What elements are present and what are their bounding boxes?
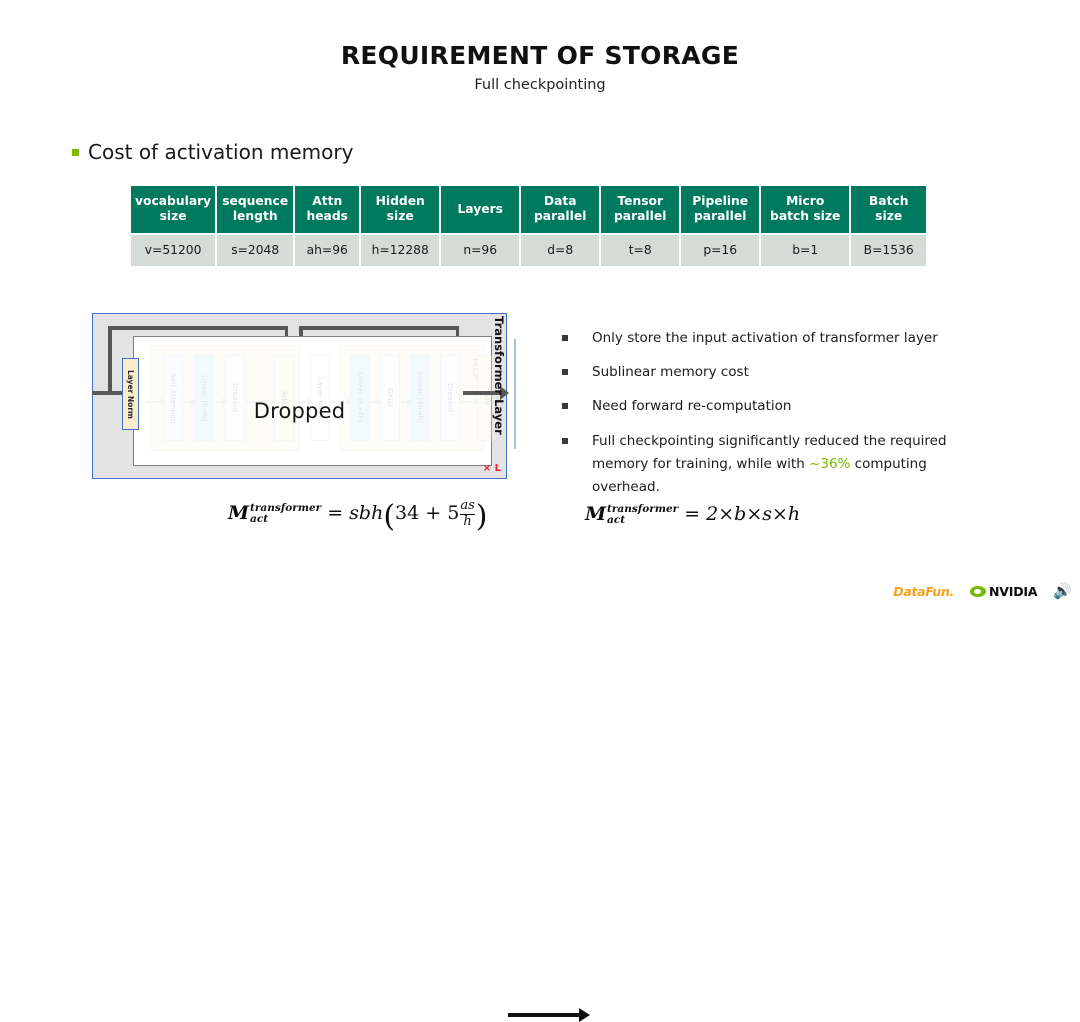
dropped-overlay-label: Dropped [253, 399, 346, 423]
formula-symbol: M [228, 502, 250, 525]
bullet-text: Sublinear memory cost [592, 364, 749, 381]
nvidia-logo: NVIDIA [970, 583, 1038, 599]
block-linear-h-h: Linear (h→h) [194, 355, 214, 441]
list-item: Full checkpointing significantly reduced… [562, 430, 962, 500]
table-cell: b=1 [760, 233, 852, 267]
page-subtitle: Full checkpointing [474, 76, 606, 93]
table-cell: n=96 [440, 233, 522, 267]
formula-body: 2×b×s×h [706, 503, 801, 525]
table-header-cell: Data parallel [520, 186, 602, 235]
formula-term: 34 + 5 [395, 502, 460, 525]
table-cell: ah=96 [294, 233, 362, 267]
footer-logos: DataFun. NVIDIA 🔊 [893, 582, 1072, 600]
formula-script: transformer act [250, 502, 321, 526]
table-header-cell: Micro batch size [760, 186, 852, 235]
nvidia-logo-text: NVIDIA [989, 583, 1038, 599]
table-cell: s=2048 [216, 233, 296, 267]
square-bullet-icon [562, 437, 568, 444]
next-layer-divider [514, 339, 516, 449]
formula-area: Mtransformer act = sbh(34 + 5 as h) Mtransf… [0, 495, 1080, 1021]
formula-script: transformer act [607, 503, 678, 527]
transformer-layer-diagram: Attention Self Attention Linear (h→h) Dr… [92, 313, 516, 479]
parameters-table: vocabulary size sequence length Attn hea… [131, 186, 927, 267]
formula-equals: = [327, 502, 344, 525]
bullet-text: Need forward re-computation [592, 398, 792, 415]
list-item: Need forward re-computation [562, 395, 962, 418]
table-cell: t=8 [600, 233, 682, 267]
formula-subscript: act [250, 513, 269, 526]
section-heading-label: Cost of activation memory [88, 140, 354, 164]
fraction-numerator: as [460, 498, 475, 513]
table-cell: p=16 [680, 233, 762, 267]
table-header-row: vocabulary size sequence length Attn hea… [131, 186, 927, 235]
table-header-cell: Layers [440, 186, 522, 235]
table-cell: h=12288 [360, 233, 442, 267]
residual-skip-vertical-attention [108, 326, 112, 392]
nvidia-eye-icon [970, 585, 987, 597]
block-dropout-attention: Dropout [225, 355, 245, 441]
residual-skip-line-attention [108, 326, 288, 330]
square-bullet-icon [562, 335, 568, 341]
formula-fraction: as h [460, 498, 475, 530]
list-item: Sublinear memory cost [562, 361, 962, 384]
bullet-text: Only store the input activation of trans… [592, 330, 938, 346]
formula-left: Mtransformer act = sbh(34 + 5 as h) [228, 498, 488, 535]
table-cell: B=1536 [850, 233, 927, 267]
formula-equals: = [684, 503, 701, 525]
title-block: REQUIREMENT OF STORAGE Full checkpointin… [0, 41, 1080, 94]
residual-skip-line-mlp [299, 326, 459, 330]
table-header-cell: Tensor parallel [600, 186, 682, 235]
table-cell: v=51200 [131, 233, 218, 267]
table-header-cell: Pipeline parallel [680, 186, 762, 235]
list-item: Only store the input activation of trans… [562, 327, 962, 350]
table-header-cell: sequence length [216, 186, 296, 235]
formula-body: sbh [349, 502, 384, 525]
page-title: REQUIREMENT OF STORAGE [340, 41, 740, 70]
block-gelu: GeLU [380, 355, 400, 441]
block-dropout-mlp: Dropout [440, 355, 460, 441]
block-layer-norm-mlp: Layer Norm [310, 355, 330, 441]
fraction-denominator: h [460, 513, 475, 530]
square-bullet-icon [72, 148, 79, 156]
table-header-cell: Batch size [850, 186, 927, 235]
bullet-text-composite: Full checkpointing significantly reduced… [592, 430, 962, 500]
bullet-highlight: ~36% [809, 455, 851, 472]
repeat-count-label: × L [482, 463, 501, 474]
input-arrow-icon [92, 386, 134, 400]
formula-close-paren: ) [475, 499, 488, 535]
block-linear-h-4h: Linear (h→4h) [350, 355, 370, 441]
block-self-attention: Self Attention [163, 355, 183, 441]
block-add-attention: Add [274, 355, 294, 441]
implies-arrow-icon [508, 1008, 590, 1021]
formula-symbol: M [585, 503, 607, 525]
square-bullet-icon [562, 403, 568, 410]
section-heading: Cost of activation memory [72, 141, 353, 163]
speaker-icon[interactable]: 🔊 [1053, 582, 1072, 600]
formula-subscript: act [607, 514, 626, 526]
table-cell: d=8 [520, 233, 602, 267]
table-header-cell: Hidden size [360, 186, 442, 235]
table-row: v=51200 s=2048 ah=96 h=12288 n=96 d=8 t=… [131, 233, 927, 267]
square-bullet-icon [562, 369, 568, 376]
formula-right: Mtransformer act = 2×b×s×h [585, 503, 800, 526]
block-linear-4h-h: Linear (4h→h) [410, 355, 430, 441]
bullet-list: Only store the input activation of trans… [562, 327, 962, 510]
table-header-cell: vocabulary size [131, 186, 218, 235]
table-header-cell: Attn heads [294, 186, 362, 235]
formula-open-paren: ( [383, 499, 396, 535]
datafun-logo: DataFun. [893, 583, 955, 599]
